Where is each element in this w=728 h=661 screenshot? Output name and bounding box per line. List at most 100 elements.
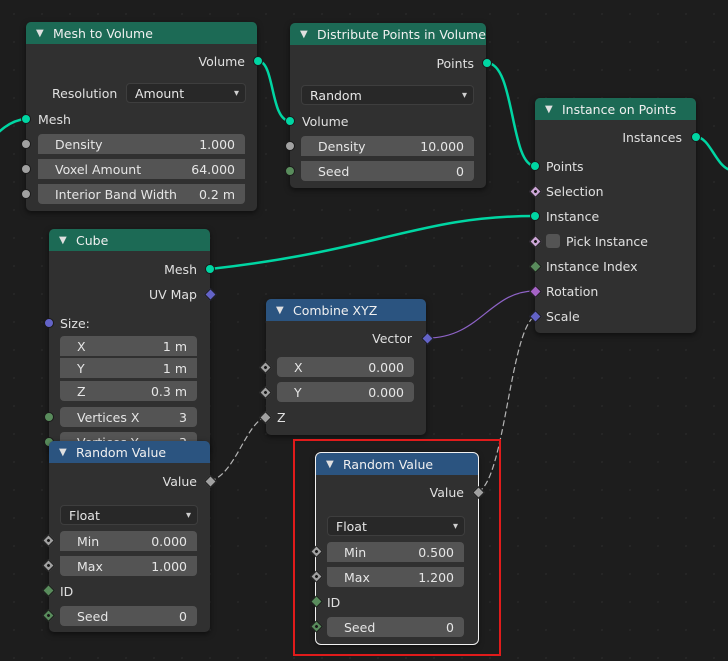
min-value: 0.000 bbox=[151, 533, 187, 549]
density-field[interactable]: Density 1.000 bbox=[38, 134, 245, 154]
density-field[interactable]: Density 10.000 bbox=[301, 136, 474, 156]
interior-band-width-label: Interior Band Width bbox=[55, 186, 177, 202]
rotation-label: Rotation bbox=[546, 283, 599, 299]
x-field[interactable]: X 0.000 bbox=[277, 357, 414, 377]
instances-output-socket[interactable] bbox=[691, 132, 701, 142]
size-z-field[interactable]: Z 0.3 m bbox=[60, 381, 197, 401]
max-field[interactable]: Max 1.000 bbox=[60, 556, 197, 576]
pick-instance-label: Pick Instance bbox=[566, 233, 648, 249]
vertices-x-field[interactable]: Vertices X 3 bbox=[60, 407, 197, 427]
seed-field[interactable]: Seed 0 bbox=[60, 606, 197, 626]
interior-band-width-value: 0.2 m bbox=[198, 186, 235, 202]
band-width-input-socket[interactable] bbox=[21, 189, 31, 199]
type-dropdown[interactable]: Float ▾ bbox=[60, 505, 198, 525]
density-label: Density bbox=[55, 136, 103, 152]
points-output-socket[interactable] bbox=[482, 58, 492, 68]
size-z-label: Z bbox=[77, 383, 86, 399]
size-x-label: X bbox=[77, 338, 86, 354]
density-label: Density bbox=[318, 138, 366, 154]
density-value: 1.000 bbox=[199, 136, 235, 152]
seed-label: Seed bbox=[318, 163, 350, 179]
chevron-down-icon: ▾ bbox=[185, 509, 191, 521]
output-mesh-label: Mesh bbox=[164, 261, 197, 277]
interior-band-width-field[interactable]: Interior Band Width 0.2 m bbox=[38, 184, 245, 204]
output-uv-map-label: UV Map bbox=[148, 286, 197, 302]
voxel-amount-field[interactable]: Voxel Amount 64.000 bbox=[38, 159, 245, 179]
mesh-input-socket[interactable] bbox=[21, 114, 31, 124]
chevron-down-icon[interactable]: ▼ bbox=[276, 305, 288, 316]
vertices-x-value: 3 bbox=[179, 409, 187, 425]
instance-index-label: Instance Index bbox=[546, 258, 638, 274]
voxel-amount-label: Voxel Amount bbox=[55, 161, 142, 177]
y-value: 0.000 bbox=[368, 384, 404, 400]
chevron-down-icon[interactable]: ▼ bbox=[545, 104, 557, 115]
resolution-dropdown[interactable]: Amount ▾ bbox=[126, 83, 246, 103]
x-value: 0.000 bbox=[368, 359, 404, 375]
chevron-down-icon[interactable]: ▼ bbox=[300, 29, 312, 40]
size-z-value: 0.3 m bbox=[150, 383, 187, 399]
seed-value: 0 bbox=[179, 608, 187, 624]
output-vector-label: Vector bbox=[372, 330, 412, 346]
y-field[interactable]: Y 0.000 bbox=[277, 382, 414, 402]
density-input-socket[interactable] bbox=[21, 139, 31, 149]
input-volume-label: Volume bbox=[302, 113, 349, 129]
distribute-points-node[interactable]: ▼ Distribute Points in Volume Points Ran… bbox=[290, 23, 486, 188]
size-y-value: 1 m bbox=[162, 360, 187, 376]
min-field[interactable]: Min 0.000 bbox=[60, 531, 197, 551]
mode-dropdown[interactable]: Random ▾ bbox=[301, 85, 474, 105]
chevron-down-icon[interactable]: ▼ bbox=[59, 447, 71, 458]
points-label: Points bbox=[546, 158, 584, 174]
output-value-label: Value bbox=[162, 473, 197, 489]
mesh-output-socket[interactable] bbox=[205, 264, 215, 274]
id-label: ID bbox=[60, 583, 74, 599]
node-header[interactable]: ▼ Instance on Points bbox=[535, 98, 696, 120]
chevron-down-icon[interactable]: ▼ bbox=[59, 235, 71, 246]
density-input-socket[interactable] bbox=[285, 141, 295, 151]
seed-label: Seed bbox=[77, 608, 109, 624]
size-input-socket[interactable] bbox=[44, 318, 54, 328]
volume-output-socket[interactable] bbox=[253, 56, 263, 66]
output-points-label: Points bbox=[436, 55, 474, 71]
instance-on-points-node[interactable]: ▼ Instance on Points Instances Points Se… bbox=[535, 98, 696, 333]
selection-label: Selection bbox=[546, 183, 604, 199]
chevron-down-icon[interactable]: ▼ bbox=[36, 28, 48, 39]
node-header[interactable]: ▼ Combine XYZ bbox=[266, 299, 426, 321]
size-x-value: 1 m bbox=[162, 338, 187, 354]
seed-input-socket[interactable] bbox=[285, 166, 295, 176]
random-value-node-left[interactable]: ▼ Random Value Value Float ▾ Min 0.000 M… bbox=[49, 441, 210, 632]
chevron-down-icon: ▾ bbox=[233, 87, 239, 99]
voxel-amount-value: 64.000 bbox=[191, 161, 235, 177]
min-label: Min bbox=[77, 533, 100, 549]
node-title: Combine XYZ bbox=[293, 302, 378, 318]
node-title: Distribute Points in Volume bbox=[317, 26, 486, 42]
x-label: X bbox=[294, 359, 303, 375]
voxel-amount-input-socket[interactable] bbox=[21, 164, 31, 174]
node-header[interactable]: ▼ Distribute Points in Volume bbox=[290, 23, 486, 45]
node-header[interactable]: ▼ Cube bbox=[49, 229, 210, 251]
chevron-down-icon: ▾ bbox=[461, 89, 467, 101]
volume-input-socket[interactable] bbox=[285, 116, 295, 126]
size-label: Size: bbox=[60, 315, 90, 331]
node-title: Random Value bbox=[76, 444, 167, 460]
checkbox-icon[interactable] bbox=[546, 234, 560, 248]
pick-instance-checkbox[interactable]: Pick Instance bbox=[546, 230, 648, 252]
seed-field[interactable]: Seed 0 bbox=[301, 161, 474, 181]
node-title: Cube bbox=[76, 232, 109, 248]
max-value: 1.000 bbox=[151, 558, 187, 574]
points-input-socket[interactable] bbox=[530, 161, 540, 171]
density-value: 10.000 bbox=[420, 138, 464, 154]
input-mesh-label: Mesh bbox=[38, 111, 71, 127]
vertices-x-label: Vertices X bbox=[77, 409, 140, 425]
node-header[interactable]: ▼ Random Value bbox=[49, 441, 210, 463]
size-y-field[interactable]: Y 1 m bbox=[60, 358, 197, 378]
node-header[interactable]: ▼ Mesh to Volume bbox=[26, 22, 257, 44]
instance-input-socket[interactable] bbox=[530, 211, 540, 221]
combine-xyz-node[interactable]: ▼ Combine XYZ Vector X 0.000 Y 0.000 Z bbox=[266, 299, 426, 435]
cube-node[interactable]: ▼ Cube Mesh UV Map Size: X 1 m Y 1 m Z 0… bbox=[49, 229, 210, 454]
max-label: Max bbox=[77, 558, 103, 574]
size-x-field[interactable]: X 1 m bbox=[60, 336, 197, 356]
mode-value: Random bbox=[310, 87, 362, 103]
resolution-label: Resolution bbox=[52, 85, 118, 101]
vertices-x-input-socket[interactable] bbox=[44, 412, 54, 422]
mesh-to-volume-node[interactable]: ▼ Mesh to Volume Volume Resolution Amoun… bbox=[26, 22, 257, 211]
